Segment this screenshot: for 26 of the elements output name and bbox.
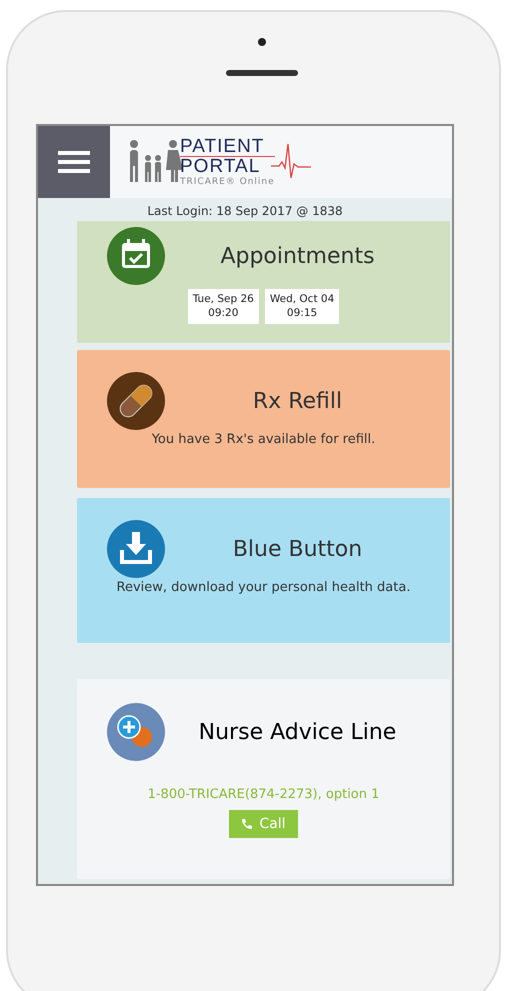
camera-icon <box>258 38 266 46</box>
last-login-text: Last Login: 18 Sep 2017 @ 1838 <box>146 204 344 218</box>
logo-text: PATIENT <box>180 137 266 156</box>
logo-tagline: TRICARE® Online <box>180 178 275 187</box>
phone-icon <box>241 818 254 830</box>
phone-number-text: 1-800-TRICARE(874-2273), option 1 <box>148 787 380 802</box>
tile-title: Nurse Advice Line <box>198 720 398 744</box>
appointment-date[interactable]: Tue, Sep 26 09:20 <box>188 289 259 324</box>
logo-text: PORTAL <box>180 156 275 176</box>
tile-card[interactable]: Appointments Tue, Sep 26 09:20 Wed, Oct 04 09:15 <box>77 221 450 343</box>
calendar-check-icon <box>107 227 165 285</box>
tile-card[interactable]: Nurse Advice Line 1-800-TRICARE(874-2273), option 1 Call <box>77 679 450 879</box>
download-icon <box>107 520 165 578</box>
appointment-date[interactable]: Wed, Oct 04 09:15 <box>264 289 340 324</box>
tile-card[interactable]: Blue Button Review, download your personal health data. <box>77 498 450 643</box>
menu-button[interactable] <box>38 126 110 198</box>
menu-icon <box>58 150 90 174</box>
tile-title: Blue Button <box>232 536 364 562</box>
tile-description: You have 3 Rx's available for refill. <box>152 432 376 447</box>
tile-card[interactable]: Rx Refill You have 3 Rx's available for refill. <box>77 350 450 488</box>
tile-title: Appointments <box>219 244 376 268</box>
chat-bubbles-icon <box>107 703 165 761</box>
speaker-icon <box>226 70 298 76</box>
tile-description: Review, download your personal health data. <box>116 580 410 595</box>
pill-icon <box>107 372 165 430</box>
tile-title: Rx Refill <box>252 388 344 414</box>
